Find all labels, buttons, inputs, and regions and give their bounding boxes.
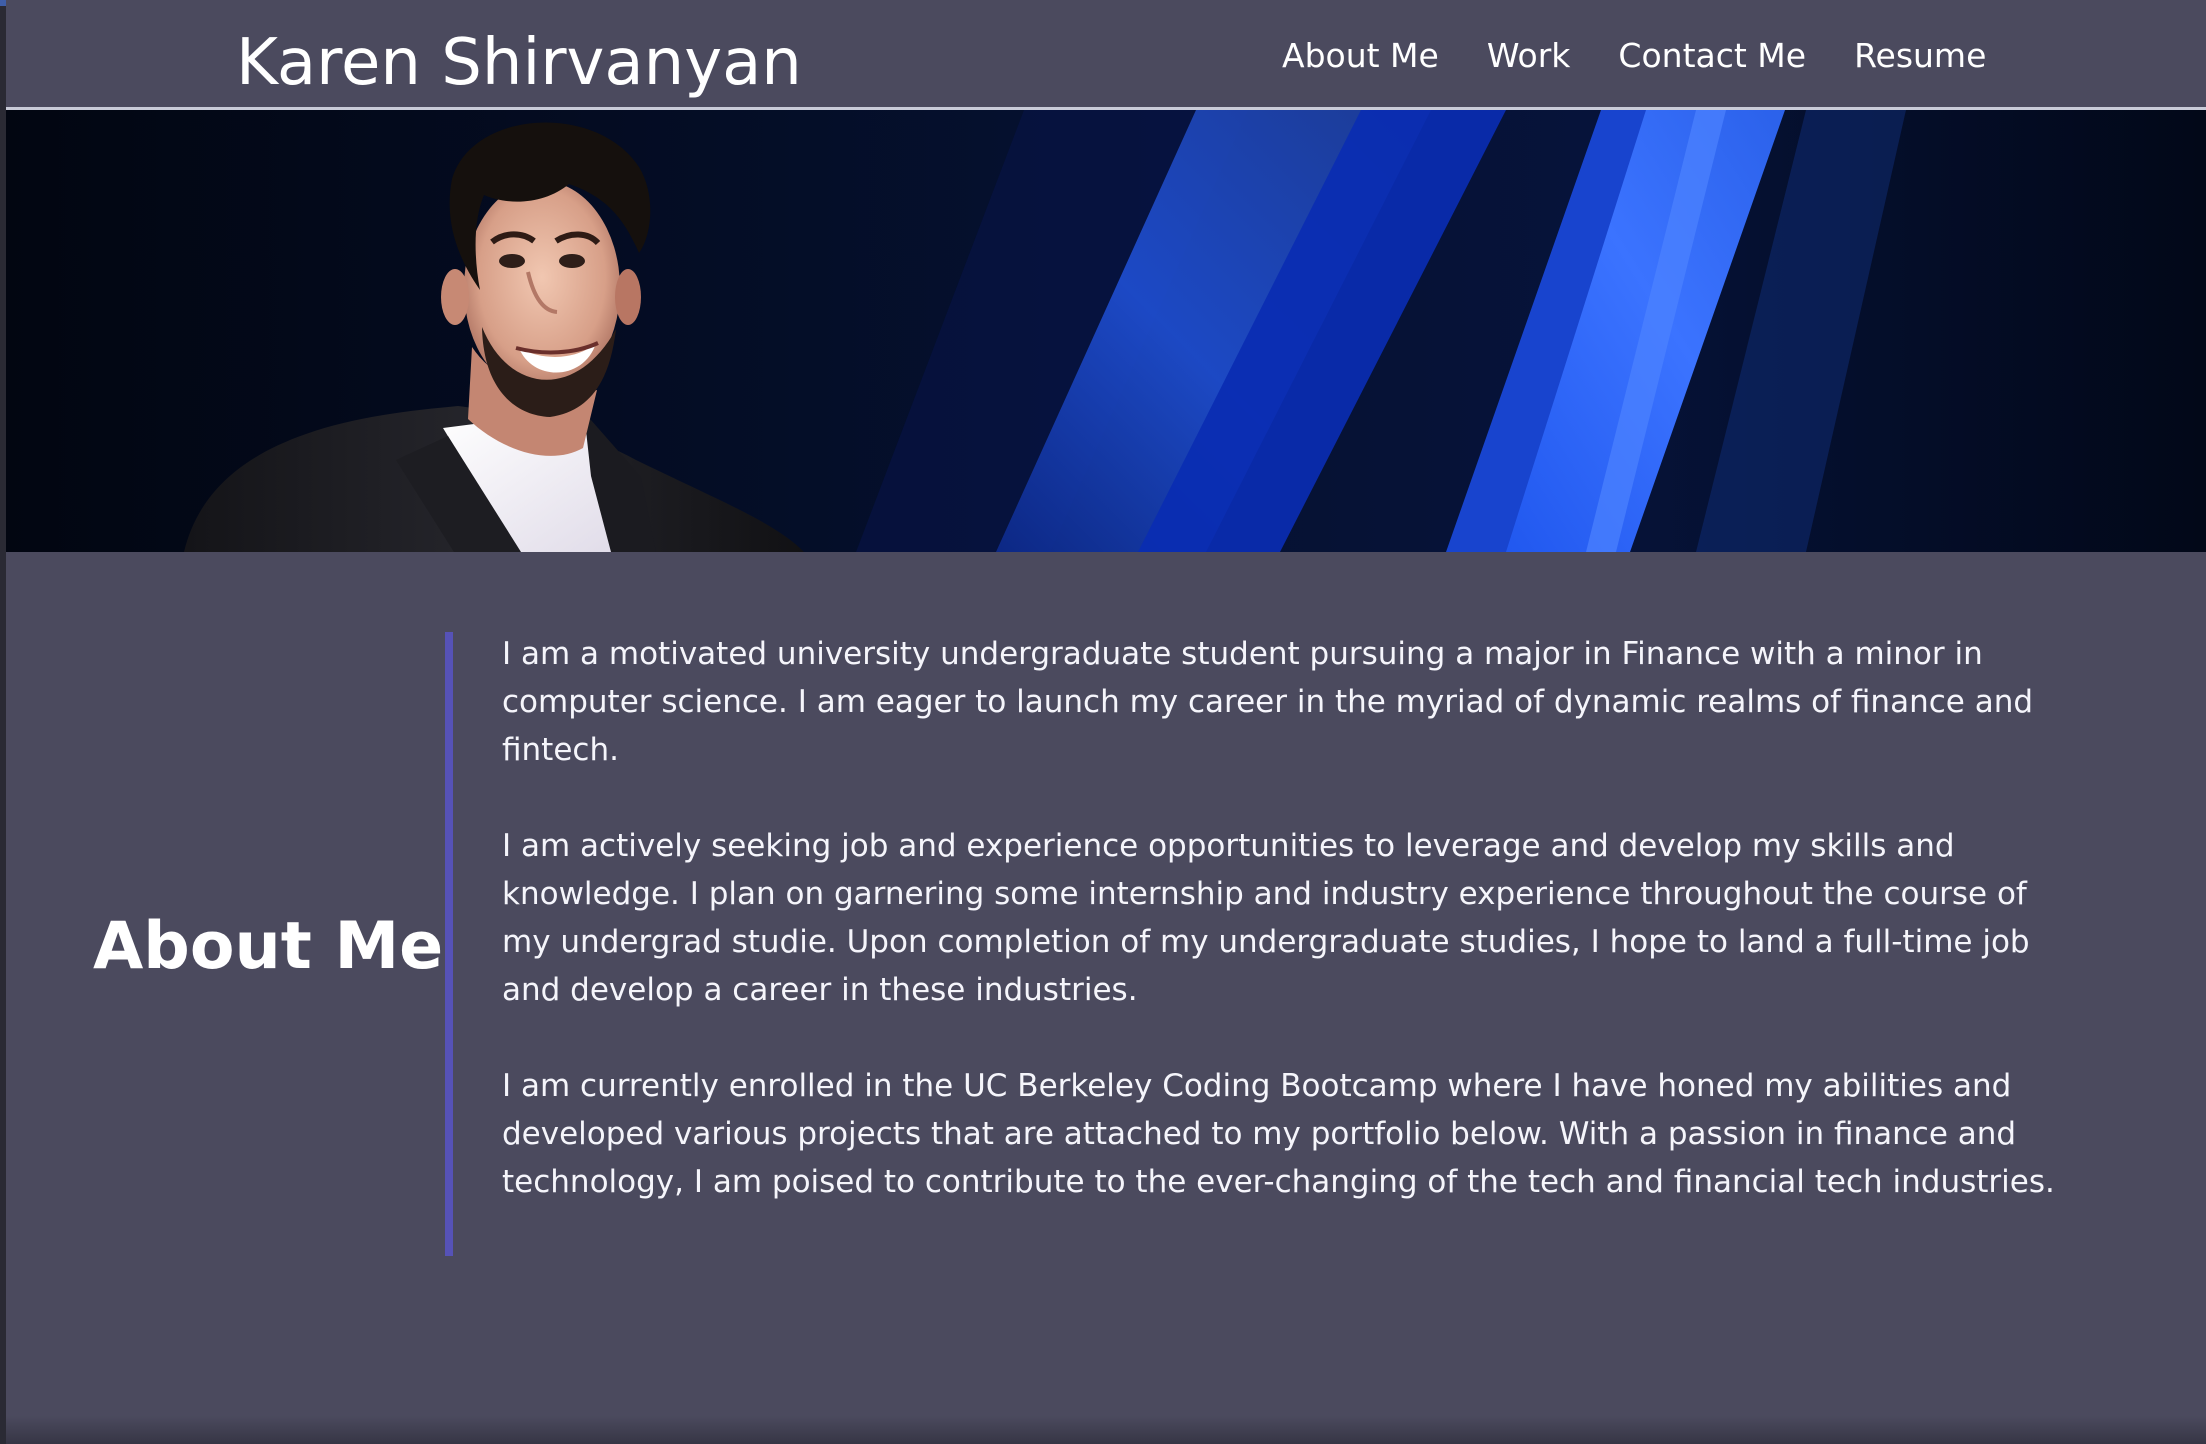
portfolio-page: Karen Shirvanyan About Me Work Contact M… [6, 0, 2206, 1444]
hero-image [6, 110, 2206, 552]
about-paragraph-3: I am currently enrolled in the UC Berkel… [502, 1068, 2055, 1200]
bottom-shadow [6, 1416, 2206, 1444]
main-navigation: About Me Work Contact Me Resume [1282, 28, 1986, 84]
about-me-section: About Me I am a motivated university und… [6, 552, 2206, 1444]
hero-banner [6, 110, 2206, 552]
site-name[interactable]: Karen Shirvanyan [236, 20, 802, 106]
about-me-text: I am a motivated university undergraduat… [502, 630, 2072, 1206]
nav-about-me-link[interactable]: About Me [1282, 28, 1439, 84]
about-divider [445, 632, 453, 1256]
site-header: Karen Shirvanyan About Me Work Contact M… [6, 6, 2206, 110]
nav-resume-link[interactable]: Resume [1854, 28, 1986, 84]
nav-work-link[interactable]: Work [1487, 28, 1571, 84]
about-me-heading: About Me [93, 909, 444, 984]
about-paragraph-1: I am a motivated university undergraduat… [502, 636, 2034, 768]
nav-contact-me-link[interactable]: Contact Me [1618, 28, 1806, 84]
about-paragraph-2: I am actively seeking job and experience… [502, 828, 2030, 1008]
